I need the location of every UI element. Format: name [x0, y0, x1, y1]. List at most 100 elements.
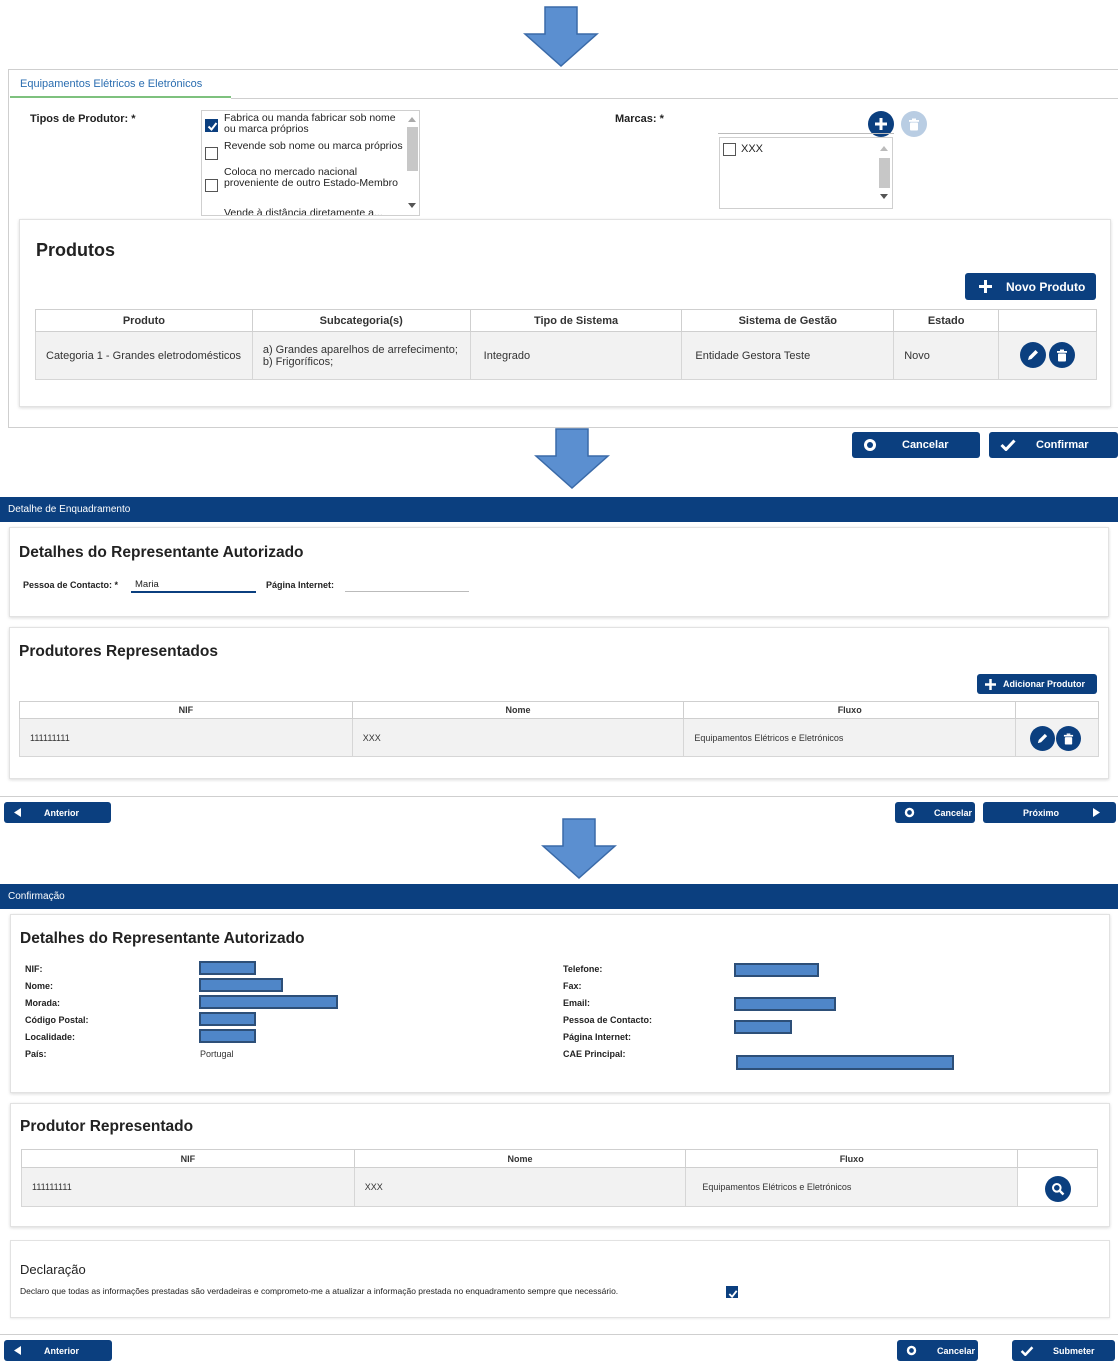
search-icon [1052, 1183, 1065, 1196]
novo-produto-label: Novo Produto [1006, 279, 1086, 294]
cancelar-button[interactable]: Cancelar [895, 802, 975, 823]
column-header: Estado [893, 309, 1000, 332]
cae-principal-label: CAE Principal: [563, 1049, 626, 1059]
cancel-circle-icon [904, 807, 915, 818]
localidade-label: Localidade: [25, 1032, 76, 1042]
cell-nome: XXX [353, 1167, 687, 1207]
checkbox-icon[interactable] [205, 147, 218, 160]
confirmacao-bar: Confirmação [0, 884, 1118, 909]
marcas-scrollbar[interactable] [876, 138, 892, 208]
step3-footer-divider [0, 1334, 1118, 1335]
column-header: Fluxo [685, 1149, 1019, 1168]
view-produtor-button[interactable] [1045, 1176, 1071, 1202]
delete-produto-button[interactable] [1049, 342, 1075, 368]
detalhe-enquadramento-bar: Detalhe de Enquadramento [0, 497, 1118, 522]
bar-title: Detalhe de Enquadramento [8, 504, 131, 515]
step2-footer-divider [0, 796, 1118, 797]
pencil-icon [1028, 350, 1038, 360]
redacted-telefone [734, 963, 819, 977]
listbox-scrollbar[interactable] [404, 111, 419, 215]
redacted-morada [199, 995, 338, 1009]
cancel-circle-icon [864, 439, 876, 451]
redacted-codigo-postal [199, 1012, 256, 1026]
pais-label: País: [25, 1049, 47, 1059]
declaracao-text: Declaro que todas as informações prestad… [20, 1286, 619, 1296]
tipos-produtor-listbox[interactable]: Fabrica ou manda fabricar sob nome ou ma… [201, 110, 420, 216]
tipos-produtor-label: Tipos de Produtor: * [30, 113, 136, 125]
submeter-label: Submeter [1053, 1345, 1095, 1356]
novo-produto-button[interactable]: Novo Produto [965, 273, 1096, 300]
anterior-button[interactable]: Anterior [4, 802, 111, 823]
cell-tipo-sistema: Integrado [469, 331, 683, 380]
tab-underline [231, 98, 1118, 99]
proximo-button[interactable]: Próximo [983, 802, 1116, 823]
declaracao-checkbox[interactable] [726, 1286, 738, 1299]
checkbox-icon[interactable] [723, 143, 736, 156]
column-header: Fluxo [683, 701, 1017, 719]
column-header-actions [998, 309, 1097, 332]
pessoa-contacto-value: Maria [135, 579, 159, 590]
confirmar-label: Confirmar [1036, 439, 1089, 451]
redacted-nif [199, 961, 256, 975]
delete-produtor-button[interactable] [1056, 726, 1081, 751]
column-header: Nome [351, 701, 685, 719]
produtor-representado-title: Produtor Representado [20, 1118, 194, 1135]
plus-icon [875, 118, 887, 130]
check-icon [1020, 1345, 1034, 1356]
edit-produto-button[interactable] [1020, 342, 1046, 368]
cell-produto: Categoria 1 - Grandes eletrodomésticos [35, 331, 253, 380]
submeter-button[interactable]: Submeter [1012, 1340, 1115, 1361]
redacted-cae-principal [736, 1055, 954, 1070]
produtos-title: Produtos [36, 240, 115, 260]
cancelar-label: Cancelar [937, 1345, 976, 1356]
column-header: NIF [21, 1149, 355, 1168]
check-icon [1000, 439, 1016, 451]
cancelar-label: Cancelar [902, 439, 949, 451]
email-label: Email: [563, 998, 591, 1008]
pencil-icon [1037, 733, 1048, 744]
tab-equipamentos[interactable]: Equipamentos Elétricos e Eletrónicos [10, 70, 231, 98]
nome-label: Nome: [25, 981, 54, 991]
cancelar-button[interactable]: Cancelar [852, 432, 980, 458]
representante-card [9, 527, 1109, 617]
table-header-row: NIF Nome Fluxo [21, 1149, 1098, 1168]
cell-nome: XXX [351, 718, 685, 757]
cancel-circle-icon [906, 1345, 917, 1356]
pessoa-contacto-input[interactable]: Maria [131, 578, 256, 593]
flow-arrow-icon [541, 818, 617, 880]
edit-produtor-button[interactable] [1030, 726, 1055, 751]
column-header-actions [1015, 701, 1099, 719]
checkbox-icon[interactable] [205, 179, 218, 192]
trash-icon [909, 118, 919, 130]
pais-value: Portugal [200, 1049, 234, 1059]
declaracao-title: Declaração [20, 1262, 86, 1277]
redacted-nome [199, 978, 283, 992]
fax-label: Fax: [563, 981, 582, 991]
column-header: NIF [19, 701, 353, 719]
marcas-listbox[interactable]: XXX [719, 137, 893, 209]
anterior-button[interactable]: Anterior [4, 1340, 112, 1361]
cancelar-label: Cancelar [934, 807, 973, 818]
column-header: Sistema de Gestão [681, 309, 895, 332]
caret-left-icon [14, 808, 21, 817]
tab-label: Equipamentos Elétricos e Eletrónicos [20, 78, 203, 90]
trash-icon [1063, 733, 1074, 744]
nif-label: NIF: [25, 964, 43, 974]
produtos-table: Produto Subcategoria(s) Tipo de Sistema … [35, 309, 1097, 380]
anterior-label: Anterior [44, 807, 80, 818]
cell-fluxo: Equipamentos Elétricos e Eletrónicos [683, 718, 1017, 757]
adicionar-produtor-button[interactable]: Adicionar Produtor [977, 674, 1097, 694]
delete-marca-button[interactable] [901, 111, 927, 137]
produtores-title: Produtores Representados [19, 643, 218, 660]
column-header-actions [1017, 1149, 1098, 1168]
representante-title: Detalhes do Representante Autorizado [20, 930, 305, 947]
cell-estado: Novo [893, 331, 1000, 380]
produtores-table: NIF Nome Fluxo 111111111 XXX Equipamento… [19, 701, 1099, 757]
checkbox-checked-icon[interactable] [205, 119, 218, 132]
pagina-internet-input[interactable] [345, 578, 469, 592]
cancelar-button[interactable]: Cancelar [897, 1340, 978, 1361]
pagina-internet-label: Página Internet: [266, 580, 335, 590]
table-row: Categoria 1 - Grandes eletrodomésticos a… [35, 331, 1097, 380]
codigo-postal-label: Código Postal: [25, 1015, 89, 1025]
confirmar-button[interactable]: Confirmar [989, 432, 1118, 458]
